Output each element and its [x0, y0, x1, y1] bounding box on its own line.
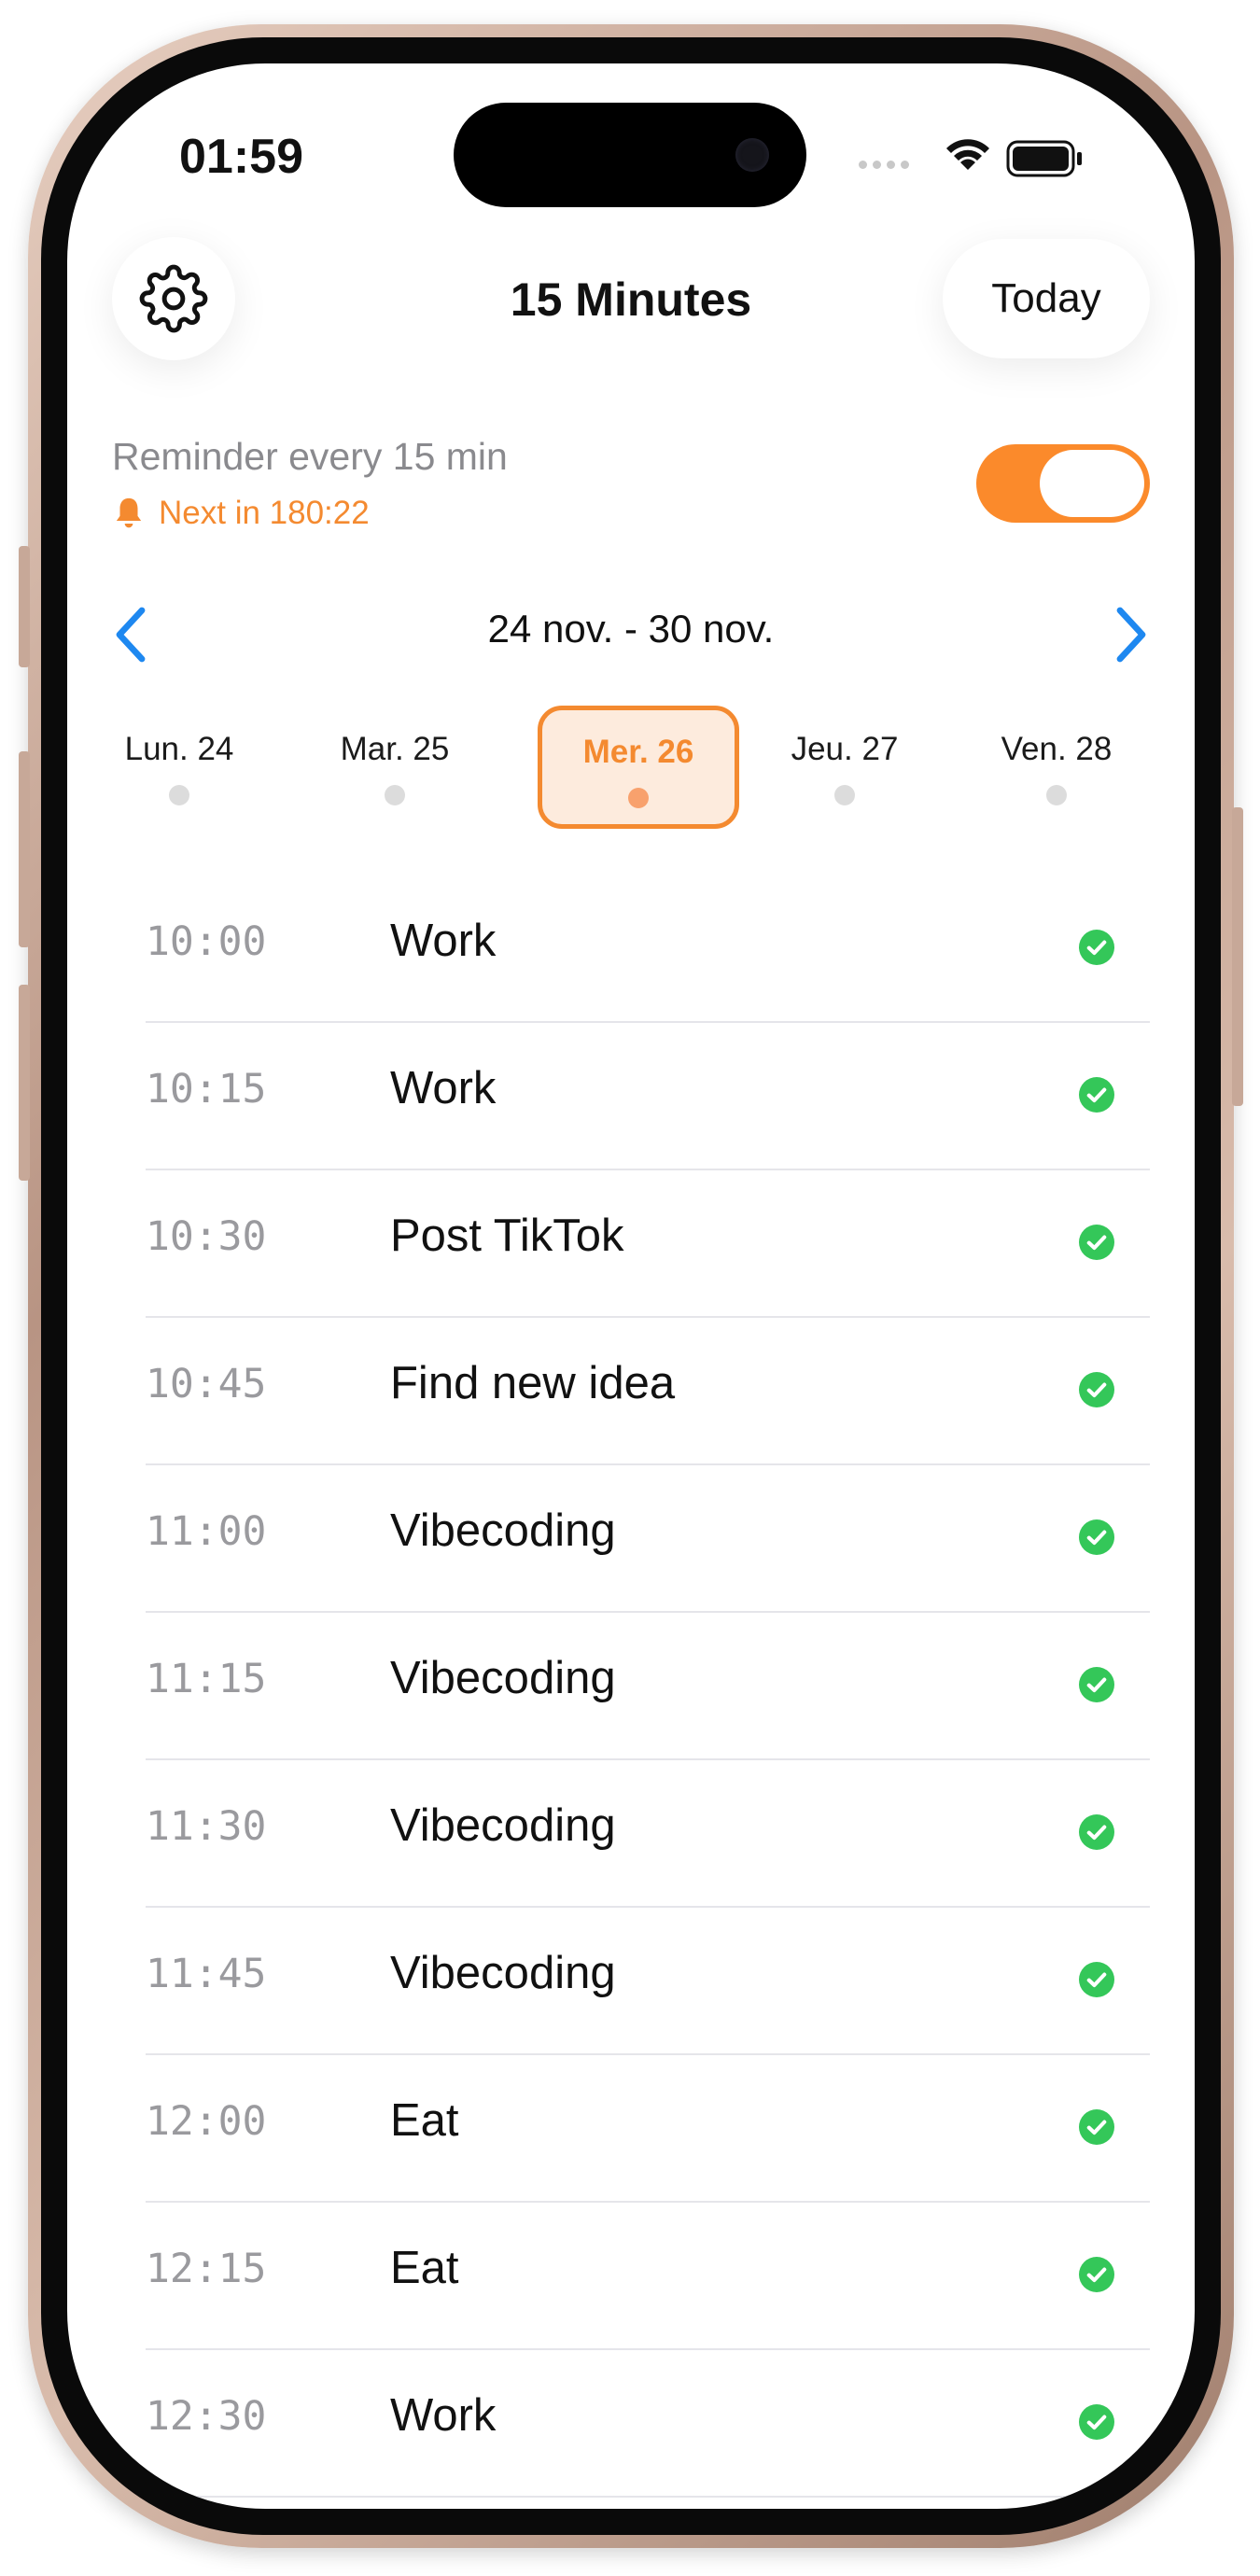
checkmark-circle-icon — [1079, 1814, 1114, 1850]
entry-time: 11:15 — [146, 1656, 267, 1702]
day-indicator-dot — [834, 785, 855, 805]
reminder-label: Reminder every 15 min — [112, 435, 508, 478]
entry-time: 10:45 — [146, 1361, 267, 1407]
entry-time: 12:00 — [146, 2098, 267, 2145]
day-indicator-dot — [628, 788, 649, 808]
day-label: Mer. 26 — [582, 734, 694, 770]
day-indicator-dot — [169, 785, 189, 805]
reminder-toggle[interactable] — [976, 444, 1150, 523]
time-entries-list: 10:00 Work 10:15 Work 10:30 Post TikTok … — [146, 875, 1150, 2498]
camera-icon — [735, 138, 769, 172]
volume-down-button — [19, 985, 30, 1181]
day-indicator-dot — [1046, 785, 1067, 805]
wifi-icon — [946, 139, 989, 170]
day-tab[interactable]: Mar. 25 — [297, 703, 493, 824]
checkmark-circle-icon — [1079, 2109, 1114, 2145]
day-label: Jeu. 27 — [791, 731, 899, 767]
checkmark-circle-icon — [1079, 1077, 1114, 1113]
entry-time: 10:00 — [146, 918, 267, 965]
day-tab[interactable]: Jeu. 27 — [747, 703, 943, 824]
list-item[interactable]: 12:15 Eat — [146, 2203, 1150, 2350]
checkmark-circle-icon — [1079, 1519, 1114, 1555]
entry-time: 11:45 — [146, 1951, 267, 1997]
battery-icon — [1006, 140, 1082, 177]
day-tab[interactable]: Ven. 28 — [959, 703, 1155, 824]
entry-activity: Work — [390, 2390, 497, 2441]
next-reminder-text: Next in 180:22 — [159, 495, 370, 531]
entry-activity: Eat — [390, 2243, 459, 2293]
list-item[interactable]: 12:30 Work — [146, 2350, 1150, 2498]
bell-icon — [116, 497, 142, 528]
list-item[interactable]: 12:00 Eat — [146, 2055, 1150, 2203]
power-button — [1232, 807, 1243, 1106]
entry-time: 12:30 — [146, 2393, 267, 2440]
list-item[interactable]: 10:30 Post TikTok — [146, 1170, 1150, 1318]
entry-activity: Vibecoding — [390, 1653, 616, 1703]
checkmark-circle-icon — [1079, 1372, 1114, 1407]
checkmark-circle-icon — [1079, 1667, 1114, 1702]
signal-icon — [859, 157, 915, 174]
day-label: Mar. 25 — [340, 731, 450, 767]
list-item[interactable]: 10:45 Find new idea — [146, 1318, 1150, 1465]
toggle-knob — [1040, 450, 1144, 517]
entry-activity: Vibecoding — [390, 1505, 616, 1556]
entry-time: 10:30 — [146, 1213, 267, 1260]
week-range: 24 nov. - 30 nov. — [487, 607, 775, 651]
list-item[interactable]: 11:45 Vibecoding — [146, 1908, 1150, 2055]
list-item[interactable]: 11:15 Vibecoding — [146, 1613, 1150, 1760]
screen: 01:59 15 Minutes Today Reminder every 15… — [67, 63, 1195, 2509]
today-button[interactable]: Today — [943, 239, 1150, 358]
day-tab[interactable]: Lun. 24 — [81, 703, 277, 824]
entry-activity: Vibecoding — [390, 1948, 616, 1998]
list-item[interactable]: 10:00 Work — [146, 875, 1150, 1023]
volume-up-button — [19, 751, 30, 947]
chevron-right-icon[interactable] — [1111, 605, 1152, 665]
entry-activity: Find new idea — [390, 1358, 676, 1408]
action-button — [19, 546, 30, 667]
entry-activity: Eat — [390, 2095, 459, 2146]
day-tab-selected[interactable]: Mer. 26 — [538, 706, 739, 829]
day-indicator-dot — [385, 785, 405, 805]
checkmark-circle-icon — [1079, 1962, 1114, 1997]
entry-activity: Work — [390, 916, 497, 966]
checkmark-circle-icon — [1079, 930, 1114, 965]
entry-activity: Post TikTok — [390, 1211, 624, 1261]
status-time: 01:59 — [179, 130, 303, 184]
list-item[interactable]: 11:00 Vibecoding — [146, 1465, 1150, 1613]
dynamic-island — [454, 103, 806, 207]
entry-time: 12:15 — [146, 2246, 267, 2292]
day-label: Lun. 24 — [124, 731, 234, 767]
entry-time: 10:15 — [146, 1066, 267, 1113]
entry-time: 11:30 — [146, 1803, 267, 1850]
next-reminder: Next in 180:22 — [112, 495, 370, 532]
checkmark-circle-icon — [1079, 2257, 1114, 2292]
checkmark-circle-icon — [1079, 2404, 1114, 2440]
list-item[interactable]: 10:15 Work — [146, 1023, 1150, 1170]
entry-activity: Vibecoding — [390, 1800, 616, 1851]
entry-activity: Work — [390, 1063, 497, 1113]
checkmark-circle-icon — [1079, 1225, 1114, 1260]
day-label: Ven. 28 — [1001, 731, 1113, 767]
status-icons — [859, 134, 1101, 177]
entry-time: 11:00 — [146, 1508, 267, 1555]
list-item[interactable]: 11:30 Vibecoding — [146, 1760, 1150, 1908]
